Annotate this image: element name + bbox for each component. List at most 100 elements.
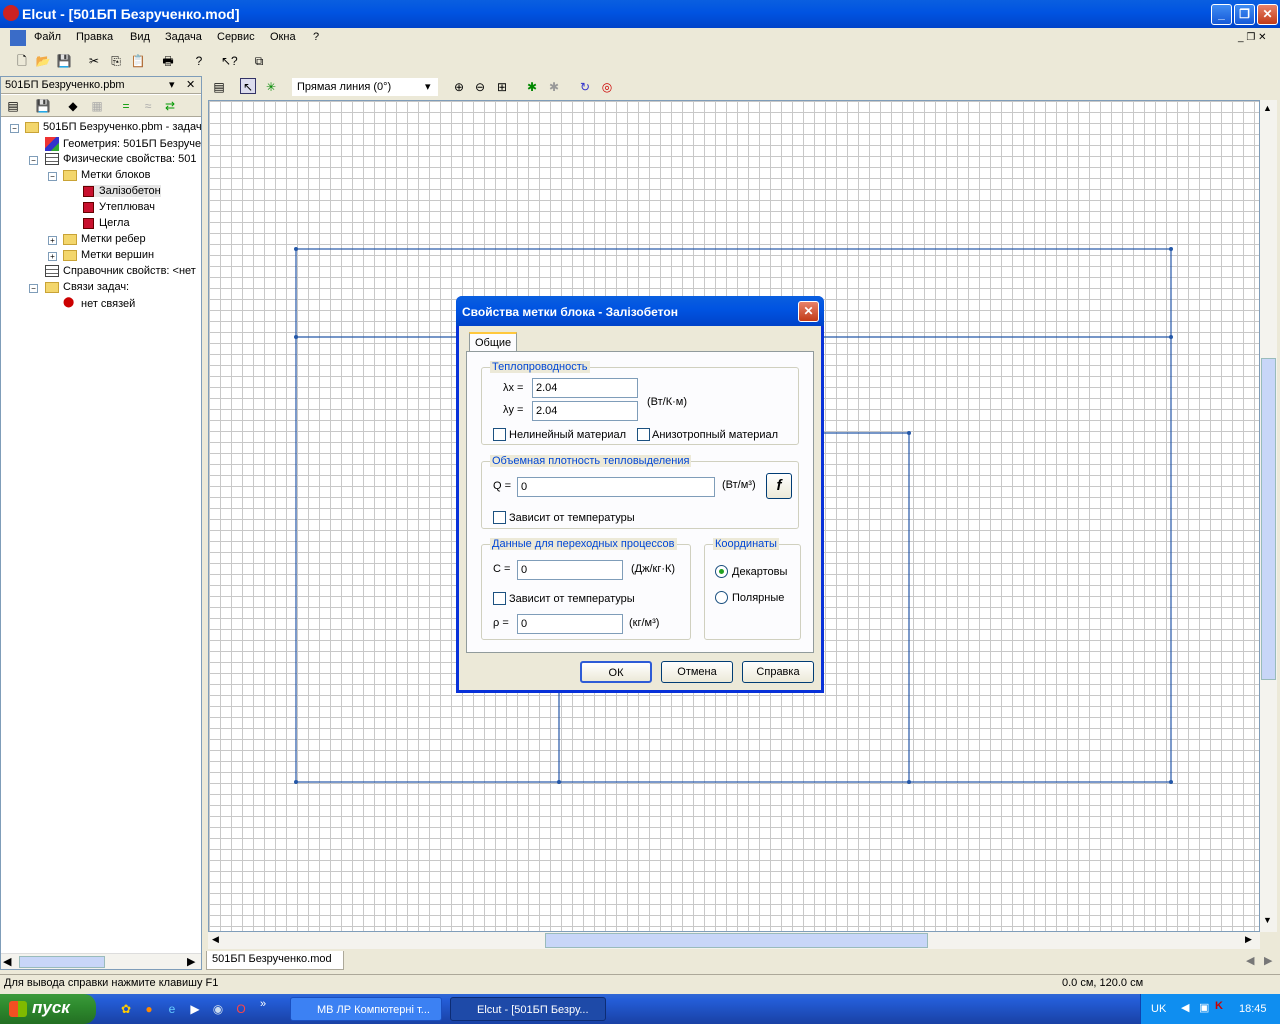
windows-icon[interactable]: ⧉ [251,53,267,69]
lambda-x-input[interactable]: 2.04 [532,378,638,398]
quicklaunch-icon[interactable]: ✿ [118,1001,134,1017]
print-icon[interactable]: 🖶 [160,53,176,69]
task-word[interactable]: МВ ЛР Компютерні т... [290,997,442,1021]
minimize-button[interactable]: _ [1211,4,1232,25]
close-button[interactable]: ✕ [1257,4,1278,25]
nonlinear-checkbox[interactable] [493,428,506,441]
opera-icon[interactable]: O [233,1001,249,1017]
polar-radio[interactable] [715,591,728,604]
new-icon[interactable]: 🗋 [14,53,30,69]
chevron-down-icon[interactable]: ▾ [169,78,175,91]
dialog-close-button[interactable]: ✕ [798,301,819,322]
collapse-toggle[interactable]: − [10,124,19,133]
vertex[interactable] [557,780,561,784]
language-indicator[interactable]: UK [1151,1003,1166,1015]
heat-temp-dependent-checkbox[interactable] [493,511,506,524]
tab-prev-icon[interactable]: ◀ [1246,954,1254,967]
ie-icon[interactable]: e [164,1001,180,1017]
tree-node-no-links[interactable]: ⬤ нет связей [63,297,135,311]
tree-node-coupling[interactable]: Связи задач: [45,281,129,293]
close-icon[interactable]: ✕ [186,78,195,91]
rho-input[interactable]: 0 [517,614,623,634]
scroll-right-icon[interactable]: ▶ [1245,934,1252,945]
scroll-thumb[interactable] [545,933,928,948]
tree-node-geometry[interactable]: Геометрия: 501БП Безруче [45,137,201,151]
cancel-button[interactable]: Отмена [661,661,733,683]
vertex[interactable] [294,335,298,339]
open-icon[interactable]: 📂 [35,53,51,69]
menu-file[interactable]: Файл [34,31,61,43]
menu-view[interactable]: Вид [130,31,150,43]
tree-node-label-brick[interactable]: Цегла [83,217,130,229]
save-icon[interactable]: 💾 [35,98,51,114]
zoom-out-icon[interactable]: ⊖ [472,79,488,95]
copy-icon[interactable]: ⎘ [108,53,124,69]
tree-hscroll[interactable]: ◀ ▶ [1,953,201,969]
collapse-toggle[interactable]: − [29,156,38,165]
menu-windows[interactable]: Окна [270,31,296,43]
tree-node-vertex-labels[interactable]: Метки вершин [63,249,154,261]
vertex[interactable] [294,780,298,784]
tab-next-icon[interactable]: ▶ [1264,954,1272,967]
lambda-y-input[interactable]: 2.04 [532,401,638,421]
vertex[interactable] [294,247,298,251]
mdi-controls[interactable]: _ ❐ ✕ [1238,32,1266,43]
canvas-vscroll[interactable]: ▲ ▼ [1260,100,1277,932]
ok-button[interactable]: ОК [580,661,652,683]
c-input[interactable]: 0 [517,560,623,580]
task-elcut[interactable]: Elcut - [501БП Безру... [450,997,606,1021]
app-icon[interactable]: ◉ [210,1001,226,1017]
vertex[interactable] [907,431,911,435]
media-icon[interactable]: ▶ [187,1001,203,1017]
scroll-up-icon[interactable]: ▲ [1263,103,1272,113]
scroll-thumb[interactable] [1261,358,1276,680]
anisotropic-checkbox[interactable] [637,428,650,441]
paste-icon[interactable]: 📋 [130,53,146,69]
tree-node-label-concrete[interactable]: Залізобетон [83,185,161,197]
collapse-toggle[interactable]: − [48,172,57,181]
cartesian-radio[interactable] [715,565,728,578]
menu-task[interactable]: Задача [165,31,202,43]
antivirus-icon[interactable]: K [1215,1000,1223,1012]
zoom-in-icon[interactable]: ⊕ [451,79,467,95]
expand-toggle[interactable]: + [48,236,57,245]
vertex[interactable] [1169,247,1173,251]
menu-edit[interactable]: Правка [76,31,113,43]
context-help-icon[interactable]: ↖? [221,53,238,69]
tree-node-edge-labels[interactable]: Метки ребер [63,233,146,245]
help-button[interactable]: Справка [742,661,814,683]
tree-node-problem[interactable]: 501БП Безрученко.pbm - задач [25,121,202,133]
tab-general[interactable]: Общие [469,332,517,352]
tree-node-physics[interactable]: Физические свойства: 501 [45,153,197,166]
geometry-icon[interactable]: ◆ [65,98,81,114]
scroll-right-icon[interactable]: ▶ [187,955,195,968]
save-icon[interactable]: 💾 [56,53,72,69]
line-mode-select[interactable]: Прямая линия (0°) ▾ [292,78,438,96]
refresh-icon[interactable]: ↻ [577,79,593,95]
tab-document[interactable]: 501БП Безрученко.mod [206,951,344,970]
chevron-down-icon[interactable]: ▾ [425,80,431,93]
scroll-down-icon[interactable]: ▼ [1263,915,1272,925]
maximize-button[interactable]: ❐ [1234,4,1255,25]
tree-node-label-insulation[interactable]: Утеплювач [83,201,155,213]
properties-icon[interactable]: ▤ [5,98,21,114]
start-button[interactable]: пуск [0,994,96,1024]
connect-icon[interactable]: ⇄ [162,98,178,114]
mesh-icon[interactable]: ✱ [524,79,540,95]
vertex[interactable] [907,780,911,784]
transient-temp-dependent-checkbox[interactable] [493,592,506,605]
tree-node-library[interactable]: Справочник свойств: <нет [45,265,196,278]
collapse-toggle[interactable]: − [29,284,38,293]
view-icon[interactable]: ▤ [211,79,227,95]
canvas-hscroll[interactable]: ◀ ▶ [208,932,1260,949]
network-icon[interactable]: ▣ [1199,1001,1209,1014]
menu-service[interactable]: Сервис [217,31,255,43]
function-button[interactable]: f [766,473,792,499]
tray-arrow-icon[interactable]: ◀ [1181,1001,1189,1014]
tree-node-block-labels[interactable]: Метки блоков [63,169,150,181]
vertex[interactable] [1169,780,1173,784]
stop-icon[interactable]: ◎ [599,79,615,95]
help-icon[interactable]: ? [191,53,207,69]
more-icon[interactable]: » [260,998,266,1010]
scroll-left-icon[interactable]: ◀ [3,955,11,968]
